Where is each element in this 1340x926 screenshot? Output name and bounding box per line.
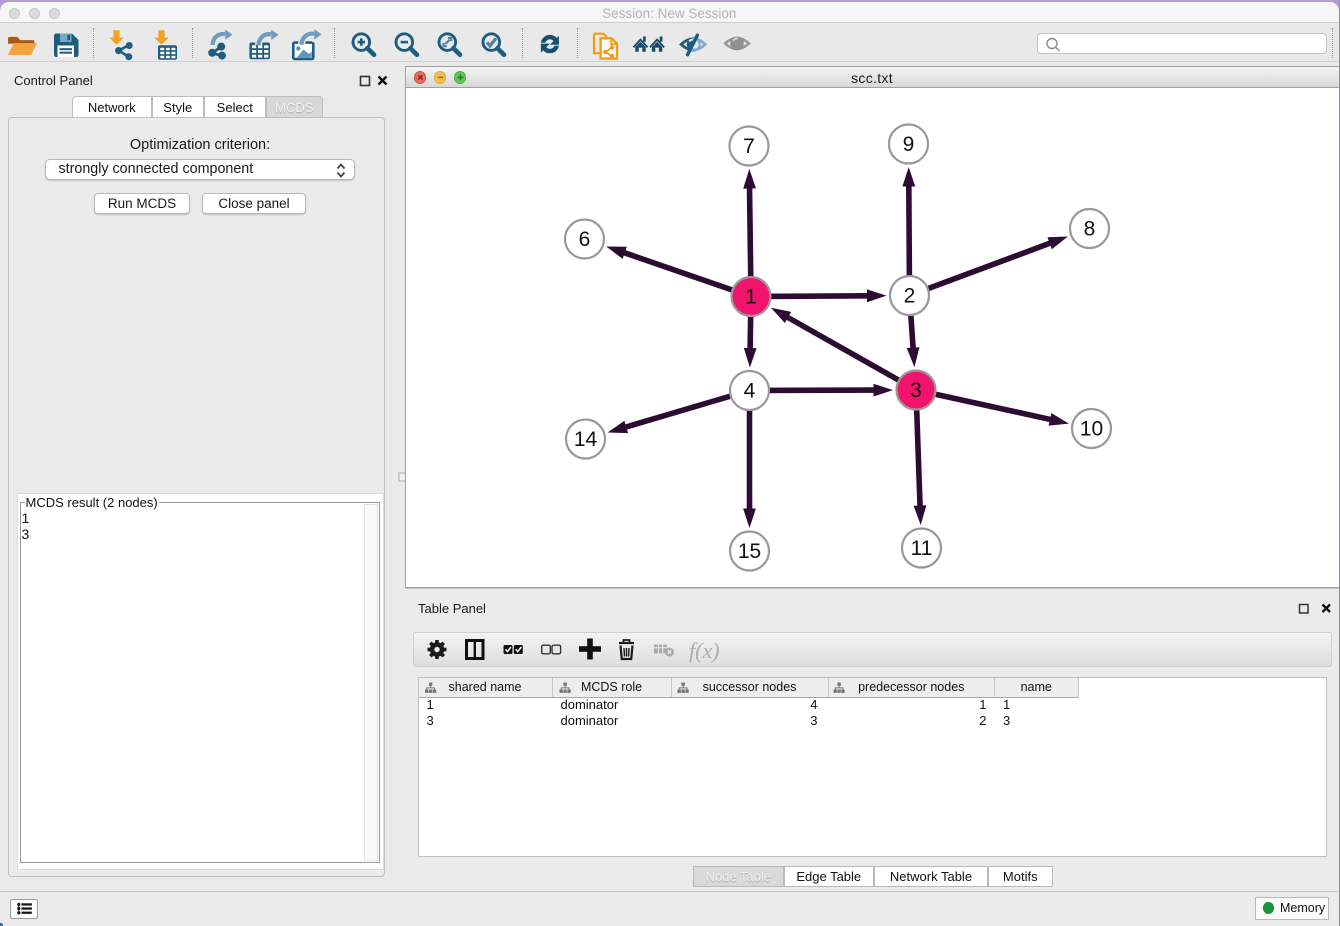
svg-text:3: 3 bbox=[910, 379, 922, 402]
svg-text:6: 6 bbox=[578, 228, 590, 251]
svg-text:1: 1 bbox=[745, 286, 757, 309]
svg-text:9: 9 bbox=[902, 133, 914, 156]
svg-text:14: 14 bbox=[573, 428, 597, 451]
svg-text:10: 10 bbox=[1079, 418, 1102, 441]
svg-text:f(x): f(x) bbox=[689, 638, 720, 663]
svg-text:11: 11 bbox=[910, 537, 932, 560]
svg-text:7: 7 bbox=[743, 135, 755, 158]
svg-text:8: 8 bbox=[1083, 218, 1095, 241]
svg-text:4: 4 bbox=[743, 380, 755, 403]
svg-text:2: 2 bbox=[903, 285, 915, 308]
svg-text:15: 15 bbox=[737, 540, 760, 563]
